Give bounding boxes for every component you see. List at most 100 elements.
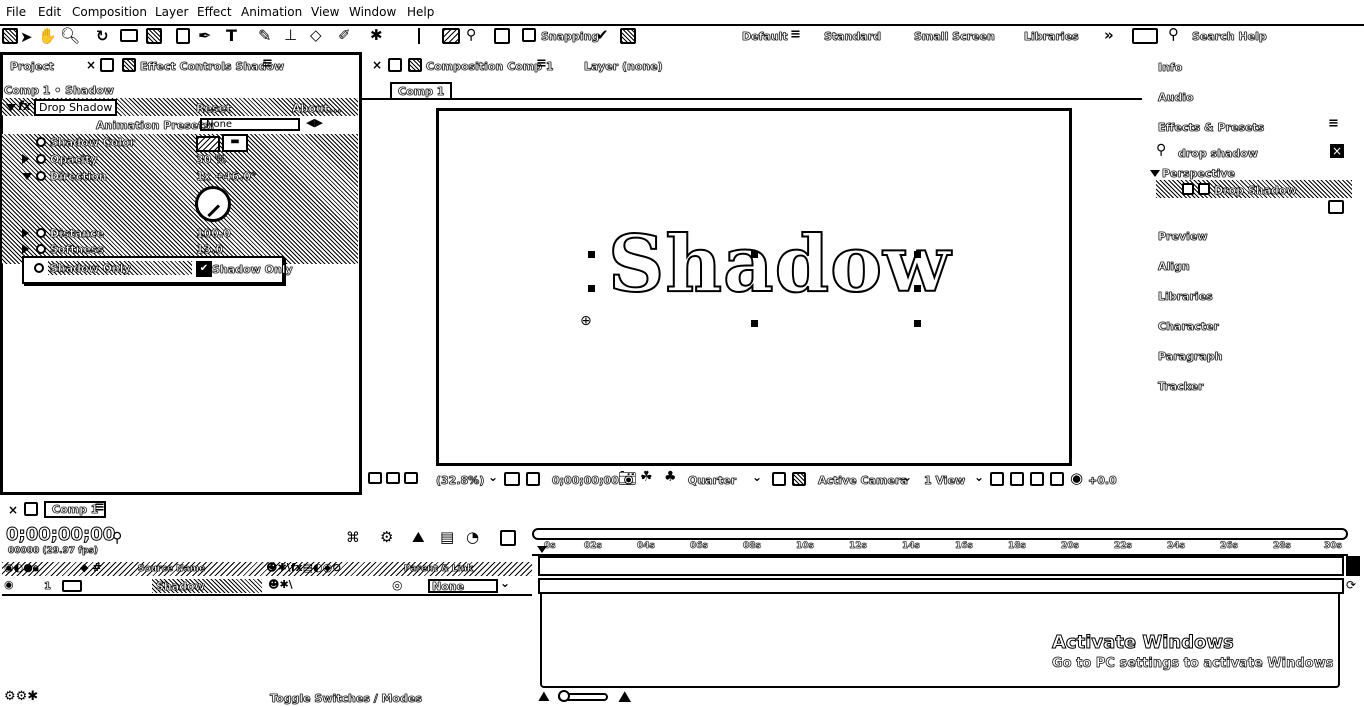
close-icon[interactable]: ×: [86, 58, 96, 72]
tracker-panel[interactable]: Tracker: [1158, 380, 1204, 394]
render-toggle-icons[interactable]: ⚙⚙✱: [4, 689, 38, 704]
menu-help[interactable]: Help: [407, 5, 434, 19]
stopwatch-icon[interactable]: [34, 263, 44, 273]
menu-edit[interactable]: Edit: [38, 5, 61, 19]
flowchart-icon[interactable]: [1050, 472, 1064, 486]
draft-3d-icon[interactable]: ⚙: [380, 528, 393, 546]
views-select[interactable]: 1 View: [924, 474, 966, 488]
show-channel-icon[interactable]: ☘: [640, 469, 653, 485]
timeline-icon[interactable]: [1030, 472, 1044, 486]
zoom-select[interactable]: (32.8%): [436, 474, 485, 488]
menu-effect[interactable]: Effect: [197, 5, 232, 19]
puppet-tool-icon[interactable]: ✱: [370, 26, 383, 44]
stopwatch-icon[interactable]: [36, 228, 46, 238]
eraser-tool-icon[interactable]: ◇: [310, 26, 322, 44]
timeline-timecode[interactable]: 0;00;00;00: [5, 524, 115, 546]
home-icon[interactable]: [2, 28, 18, 44]
expand-direction-icon[interactable]: [22, 173, 32, 180]
anchor-point-icon[interactable]: ⊕: [580, 313, 592, 329]
layer-switches-icons[interactable]: ☻✱\: [268, 578, 293, 591]
expand-opacity-icon[interactable]: [22, 154, 29, 164]
prop-opacity-value[interactable]: 30 %: [196, 153, 227, 167]
composition-mini-flowchart-icon[interactable]: ⌘: [346, 530, 360, 546]
layer-name[interactable]: Shadow: [156, 580, 205, 594]
pickwhip-icon[interactable]: ◎: [392, 578, 402, 592]
fx-icon[interactable]: fx: [18, 99, 31, 113]
stopwatch-icon[interactable]: [36, 137, 46, 147]
info-panel[interactable]: Info: [1158, 61, 1183, 75]
camera-tool-icon[interactable]: [120, 29, 138, 42]
exposure-icon[interactable]: ◉: [1070, 469, 1083, 487]
shadow-only-checkbox[interactable]: ✔: [196, 261, 212, 277]
stopwatch-icon[interactable]: [36, 154, 46, 164]
snapshot-camera-icon[interactable]: 📷︎: [618, 469, 637, 487]
chevron-down-icon[interactable]: ⌄: [902, 470, 912, 484]
panel-menu-icon[interactable]: ≡: [94, 500, 105, 515]
expand-category-icon[interactable]: [1150, 170, 1160, 177]
animation-presets-select[interactable]: None: [200, 118, 300, 131]
eyedropper-icon[interactable]: ▬: [222, 134, 248, 152]
local-axis-icon[interactable]: [442, 28, 460, 44]
col-parent-link[interactable]: Parent & Link: [404, 563, 474, 576]
category-perspective[interactable]: Perspective: [1162, 167, 1236, 181]
prop-softness-value[interactable]: 13.0: [196, 243, 224, 257]
panel-lock-icon[interactable]: [388, 58, 402, 72]
align-panel[interactable]: Align: [1158, 260, 1190, 274]
search-icon[interactable]: ⚲: [1168, 25, 1179, 43]
transform-handle[interactable]: [914, 320, 921, 327]
rectangle-tool-icon[interactable]: [176, 28, 190, 44]
effects-presets-panel[interactable]: Effects & Presets: [1158, 121, 1265, 135]
snap-features-icon[interactable]: [620, 28, 636, 44]
shy-layers-icon[interactable]: ⛰: [412, 528, 425, 546]
frame-blending-icon[interactable]: ▤: [440, 528, 454, 546]
menu-file[interactable]: File: [6, 5, 26, 19]
chevron-down-icon[interactable]: ⌄: [488, 470, 498, 484]
transform-handle[interactable]: [588, 285, 595, 292]
layer-duration-bar[interactable]: [538, 578, 1344, 594]
effect-item-drop-shadow[interactable]: Drop Shadow: [1214, 184, 1297, 198]
layer-end-icon[interactable]: ⟳: [1346, 578, 1356, 592]
panel-lock-icon[interactable]: [100, 58, 114, 72]
time-ruler[interactable]: 0s 02s 04s 06s 08s 10s 12s 14s 16s 18s 2…: [532, 540, 1348, 556]
tab-project[interactable]: Project: [10, 60, 55, 74]
tab-composition[interactable]: Composition Comp 1: [426, 60, 554, 74]
search-help-input[interactable]: Search Help: [1192, 30, 1267, 44]
toggle-mask-icon[interactable]: [526, 472, 540, 486]
effect-name[interactable]: Drop Shadow: [34, 99, 118, 116]
stopwatch-icon[interactable]: [36, 244, 46, 254]
camera-select[interactable]: Active Camera: [818, 474, 908, 488]
menu-window[interactable]: Window: [349, 5, 396, 19]
sync-settings-icon[interactable]: [1132, 28, 1158, 44]
more-workspaces-icon[interactable]: »: [1104, 26, 1114, 44]
preview-panel[interactable]: Preview: [1158, 230, 1208, 244]
expand-softness-icon[interactable]: [22, 244, 29, 254]
vr-icon[interactable]: [386, 472, 400, 484]
color-management-icon[interactable]: ♣: [664, 469, 677, 485]
col-source-name[interactable]: Source Name: [138, 563, 206, 576]
workspace-small-screen[interactable]: Small Screen: [914, 30, 995, 44]
video-visibility-icon[interactable]: ◉: [4, 578, 14, 591]
canvas-shadow-text[interactable]: Shadow: [607, 219, 951, 311]
grid-guide-icon[interactable]: [504, 472, 520, 486]
snapping-checkbox[interactable]: [522, 28, 536, 42]
transform-handle[interactable]: [751, 320, 758, 327]
time-navigator[interactable]: [532, 528, 1348, 540]
chevron-down-icon[interactable]: ⌄: [752, 470, 762, 484]
tab-layer[interactable]: Layer (none): [584, 60, 663, 74]
hand-tool-icon[interactable]: ✋: [38, 27, 57, 45]
workspace-standard[interactable]: Standard: [824, 30, 882, 44]
panel-menu-icon[interactable]: ≡: [262, 56, 273, 71]
audio-panel[interactable]: Audio: [1158, 91, 1194, 105]
selection-tool-icon[interactable]: ➤: [20, 28, 33, 46]
new-bin-icon[interactable]: [1328, 200, 1344, 214]
zoom-out-icon[interactable]: ⛰: [538, 689, 550, 705]
transform-handle[interactable]: [914, 285, 921, 292]
shadow-color-swatch[interactable]: [196, 136, 220, 152]
type-tool-icon[interactable]: T: [226, 26, 237, 45]
viewer-timecode[interactable]: 0;00;00;00: [552, 474, 619, 488]
menu-view[interactable]: View: [311, 5, 339, 19]
close-icon[interactable]: ×: [8, 503, 18, 517]
prev-preset-icon[interactable]: ◀▶: [306, 116, 323, 129]
clear-search-icon[interactable]: ×: [1330, 144, 1344, 158]
workspace-menu-icon[interactable]: ≡: [790, 27, 801, 42]
